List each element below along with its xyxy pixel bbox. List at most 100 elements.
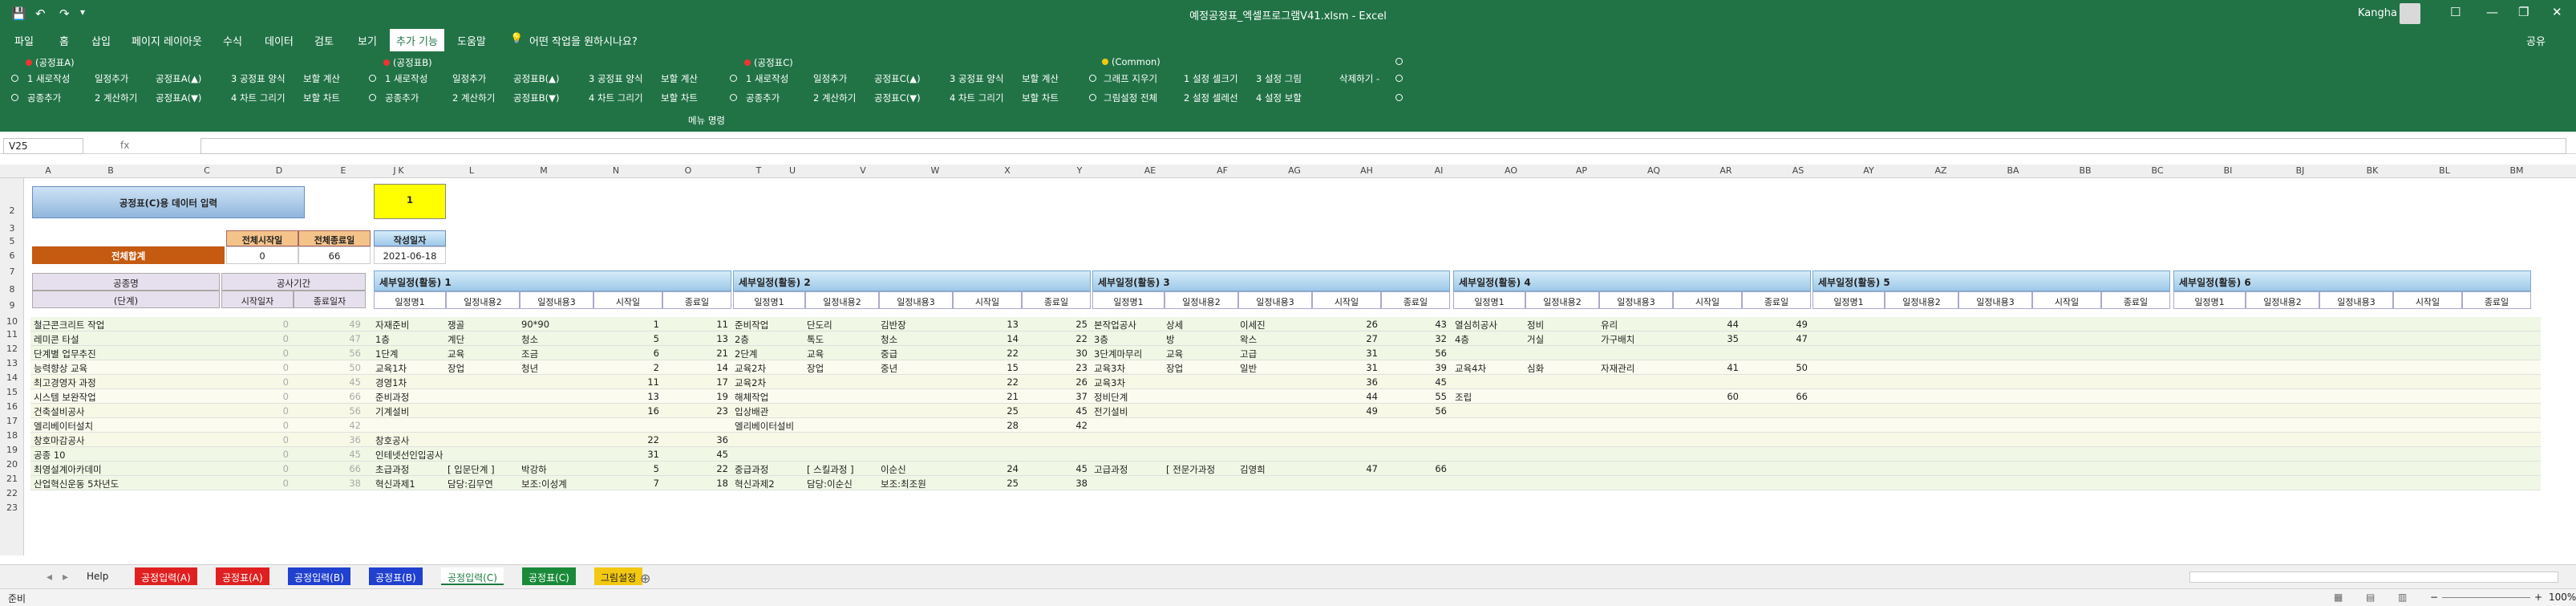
activity-cell[interactable]: 44 (1675, 319, 1739, 330)
activity-cell[interactable]: 4층 (1455, 333, 1522, 346)
activity-cell[interactable]: 37 (1023, 391, 1088, 402)
category-name[interactable]: 건축설비공사 (34, 405, 218, 418)
tab-page-layout[interactable]: 페이지 레이아웃 (132, 33, 202, 48)
sheet-tab[interactable]: 공정표(B) (369, 567, 423, 585)
activity-cell[interactable]: 14 (954, 333, 1019, 344)
radio-common1[interactable] (1089, 75, 1096, 82)
restore-button[interactable]: ❐ (2518, 5, 2529, 19)
activity-cell[interactable]: 계단 (448, 333, 516, 346)
selector-cell[interactable]: 1 (374, 184, 446, 219)
radio-extra1[interactable] (1395, 58, 1403, 65)
column-header[interactable]: D (255, 165, 303, 176)
end-value[interactable]: 56 (294, 405, 361, 417)
activity-cell[interactable]: 22 (1023, 333, 1088, 344)
activity-cell[interactable]: 본작업공사 (1094, 319, 1161, 331)
activity-cell[interactable]: 14 (664, 362, 728, 373)
activity-cell[interactable]: 25 (954, 405, 1019, 417)
activity-cell[interactable]: 장업 (448, 362, 516, 375)
end-value[interactable]: 66 (294, 391, 361, 402)
activity-cell[interactable]: 조금 (521, 348, 590, 360)
chart-a-down-button[interactable]: 공정표A(▼) (156, 92, 201, 104)
activity-cell[interactable]: 김반장 (881, 319, 950, 331)
end-value[interactable]: 45 (294, 449, 361, 460)
activity-cell[interactable]: 교육 (448, 348, 516, 360)
name-box[interactable]: V25 (3, 138, 83, 154)
category-name[interactable]: 엘리베이터설치 (34, 420, 218, 433)
activity-cell[interactable]: [ 전문가과정 (1166, 463, 1235, 476)
calculate-b-button[interactable]: 2 계산하기 (452, 92, 495, 104)
activity-cell[interactable]: 정비 (1527, 319, 1596, 331)
column-header[interactable]: A (24, 165, 72, 176)
activity-cell[interactable]: 담당:김무연 (448, 478, 516, 490)
end-value[interactable]: 45 (294, 376, 361, 388)
activity-cell[interactable]: 방 (1166, 333, 1235, 346)
row-header[interactable]: 5 (0, 236, 24, 246)
column-header[interactable]: BC (2133, 165, 2181, 176)
activity-cell[interactable]: 13 (595, 391, 659, 402)
sheet-tab[interactable]: Help (80, 567, 115, 585)
tab-help[interactable]: 도움말 (457, 33, 486, 48)
row-header[interactable]: 18 (0, 430, 24, 441)
activity-cell[interactable]: 22 (954, 376, 1019, 388)
activity-cell[interactable]: 23 (1023, 362, 1088, 373)
activity-cell[interactable]: 이세진 (1240, 319, 1309, 331)
activity-cell[interactable]: 중급 (881, 348, 950, 360)
activity-cell[interactable]: 22 (664, 463, 728, 474)
start-value[interactable]: 0 (221, 333, 289, 344)
activity-cell[interactable]: 교육 (1166, 348, 1235, 360)
weight-calc-c-button[interactable]: 보할 계산 (1022, 72, 1059, 85)
activity-cell[interactable]: 1층 (375, 333, 443, 346)
radio-a2[interactable] (11, 94, 18, 101)
chart-b-up-button[interactable]: 공정표B(▲) (513, 72, 559, 85)
activity-cell[interactable]: 거실 (1527, 333, 1596, 346)
tab-insert[interactable]: 삽입 (91, 33, 111, 48)
activity-cell[interactable]: 중년 (881, 362, 950, 375)
end-value[interactable]: 42 (294, 420, 361, 431)
activity-cell[interactable]: 50 (1744, 362, 1808, 373)
minimize-button[interactable]: — (2486, 5, 2498, 19)
activity-cell[interactable]: 초급과정 (375, 463, 443, 476)
activity-cell[interactable]: 39 (1383, 362, 1447, 373)
activity-cell[interactable]: 고급 (1240, 348, 1309, 360)
activity-cell[interactable]: 25 (954, 478, 1019, 489)
worksheet-grid[interactable]: A B C D E J K L M N O T U V W X Y AE AF AG AH AI AO AP AQ AR AS AY A… (0, 165, 2576, 558)
activity-cell[interactable]: 25 (1023, 319, 1088, 330)
activity-cell[interactable]: 3층 (1094, 333, 1161, 346)
column-header[interactable]: M (520, 165, 568, 176)
end-value[interactable]: 47 (294, 333, 361, 344)
activity-cell[interactable]: [ 입문단계 ] (448, 463, 516, 476)
radio-extra2[interactable] (1395, 75, 1403, 82)
activity-cell[interactable]: 경영1차 (375, 376, 443, 389)
activity-cell[interactable]: 일반 (1240, 362, 1309, 375)
next-sheet-icon[interactable]: ▸ (56, 567, 75, 585)
column-header[interactable]: BM (2493, 165, 2541, 176)
activity-cell[interactable]: 45 (664, 449, 728, 460)
set-cell-size-button[interactable]: 1 설정 셀크기 (1184, 72, 1238, 85)
activity-cell[interactable]: 24 (954, 463, 1019, 474)
share-button[interactable]: 공유 (2526, 33, 2546, 48)
page-layout-view-icon[interactable]: ▤ (2366, 592, 2375, 603)
activity-cell[interactable]: 66 (1744, 391, 1808, 402)
activity-cell[interactable]: 교육4차 (1455, 362, 1522, 375)
category-name[interactable]: 철근콘크리트 작업 (34, 319, 218, 331)
column-header[interactable]: AZ (1917, 165, 1965, 176)
radio-b2[interactable] (369, 94, 376, 101)
total-start-value[interactable]: 0 (226, 246, 298, 264)
end-value[interactable]: 66 (294, 463, 361, 474)
activity-cell[interactable]: 1단계 (375, 348, 443, 360)
column-header[interactable]: O (664, 165, 712, 176)
activity-cell[interactable]: 단도리 (807, 319, 876, 331)
radio-c2[interactable] (730, 94, 737, 101)
activity-cell[interactable]: 22 (595, 434, 659, 445)
activity-cell[interactable]: 56 (1383, 348, 1447, 359)
column-header[interactable]: Y (1055, 165, 1104, 176)
activity-cell[interactable]: 교육2차 (735, 362, 802, 375)
activity-cell[interactable]: 교육3차 (1094, 362, 1161, 375)
activity-cell[interactable]: 자재관리 (1601, 362, 1670, 375)
activity-cell[interactable]: 28 (954, 420, 1019, 431)
activity-cell[interactable]: 가구배치 (1601, 333, 1670, 346)
column-header[interactable]: AF (1198, 165, 1246, 176)
row-header[interactable]: 8 (0, 284, 24, 295)
row-header[interactable]: 15 (0, 387, 24, 397)
row-header[interactable]: 17 (0, 416, 24, 426)
